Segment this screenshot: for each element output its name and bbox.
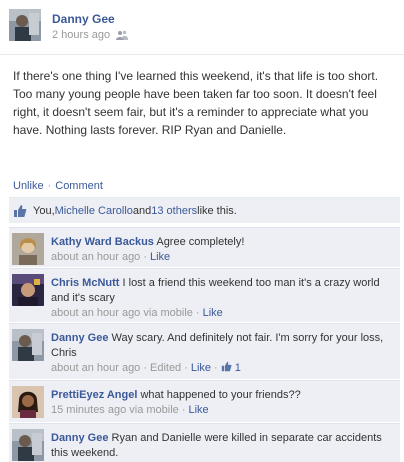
likes-suffix: like this. (197, 204, 237, 217)
others-link[interactable]: 13 others (151, 205, 197, 217)
commenter-name[interactable]: PrettiEyez Angel (51, 389, 137, 401)
comment-meta: about an hour ago · Edited · Like · 1 (51, 361, 241, 374)
comment-text-block: Danny Gee Ryan and Danielle were killed … (51, 431, 396, 461)
action-separator: · (47, 180, 52, 192)
comment-meta: 15 minutes ago via mobile · Like (51, 404, 209, 416)
commenter-name[interactable]: Chris McNutt (51, 277, 119, 289)
post-timestamp[interactable]: 2 hours ago (52, 29, 110, 41)
unlike-link[interactable]: Unlike (13, 180, 44, 192)
comment-like-link[interactable]: Like (150, 251, 170, 263)
commenter-avatar[interactable] (12, 274, 44, 306)
comment-edited[interactable]: Edited (150, 362, 181, 374)
comment-item: Danny Gee Ryan and Danielle were killed … (9, 423, 400, 462)
commenter-name[interactable]: Kathy Ward Backus (51, 236, 154, 248)
comment-body: what happened to your friends?? (137, 389, 301, 401)
comment-item: PrettiEyez Angel what happened to your f… (9, 380, 400, 422)
commenter-name[interactable]: Danny Gee (51, 432, 108, 444)
post-body: If there's one thing I've learned this w… (13, 69, 379, 137)
comment-like-link[interactable]: Like (188, 404, 208, 416)
comment-text-block: Chris McNutt I lost a friend this weeken… (51, 276, 396, 321)
comment-text-block: Kathy Ward Backus Agree completely! abou… (51, 235, 396, 265)
comment-item: Chris McNutt I lost a friend this weeken… (9, 268, 400, 322)
thumbs-up-icon (13, 204, 27, 218)
friends-icon (116, 30, 129, 40)
commenter-name[interactable]: Danny Gee (51, 332, 108, 344)
comment-item: Kathy Ward Backus Agree completely! abou… (9, 227, 400, 267)
likes-and: and (132, 204, 152, 217)
comment-text-block: Danny Gee Way scary. And definitely not … (51, 331, 396, 376)
liker-link[interactable]: Michelle Carollo (55, 205, 133, 217)
comment-link[interactable]: Comment (55, 180, 103, 192)
comment-item: Danny Gee Way scary. And definitely not … (9, 323, 400, 379)
comment-like-link[interactable]: Like (203, 307, 223, 319)
post-divider (0, 54, 404, 55)
post-actions: Unlike · Comment (13, 180, 103, 192)
comment-time[interactable]: 15 minutes ago (51, 404, 126, 416)
comment-time[interactable]: about an hour ago (51, 251, 140, 263)
comment-like-count[interactable]: 1 (235, 362, 241, 374)
comment-via: via mobile (143, 307, 193, 319)
comment-text-block: PrettiEyez Angel what happened to your f… (51, 388, 396, 418)
commenter-avatar[interactable] (12, 429, 44, 461)
comment-like-link[interactable]: Like (191, 362, 211, 374)
post-meta: 2 hours ago (52, 29, 129, 41)
post-author-name[interactable]: Danny Gee (52, 12, 115, 26)
comment-meta: about an hour ago via mobile · Like (51, 307, 223, 319)
comment-time[interactable]: about an hour ago (51, 307, 140, 319)
author-avatar[interactable] (9, 9, 41, 41)
commenter-avatar[interactable] (12, 329, 44, 361)
commenter-avatar[interactable] (12, 233, 44, 265)
comment-meta: about an hour ago · Like (51, 251, 171, 263)
thumbs-up-icon (221, 361, 232, 372)
commenter-avatar[interactable] (12, 386, 44, 418)
comment-body: Agree completely! (153, 236, 245, 248)
likes-you: You, (33, 204, 55, 217)
likes-summary: You, Michelle Carollo and 13 others like… (9, 197, 400, 223)
comment-time[interactable]: about an hour ago (51, 362, 140, 374)
comment-via: via mobile (129, 404, 179, 416)
